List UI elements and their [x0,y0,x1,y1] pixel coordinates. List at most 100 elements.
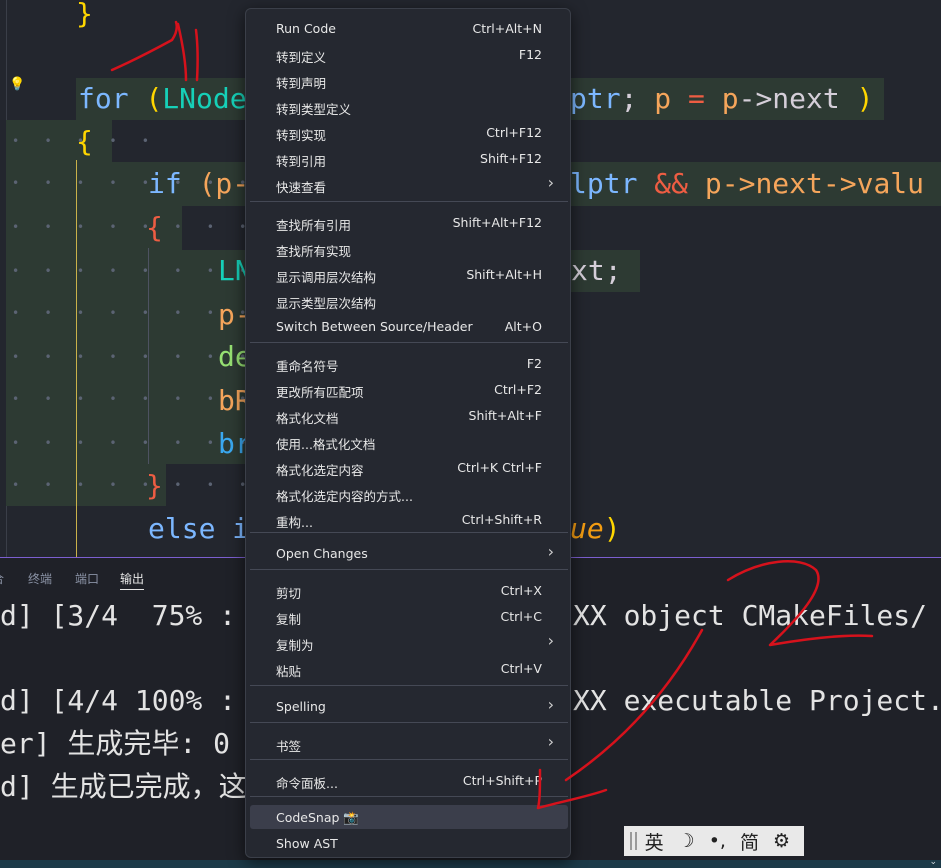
menu-separator [250,532,568,533]
indent-guide [76,160,77,557]
menu-item-label: 转到声明 [276,76,327,91]
menu-item-label: 查找所有引用 [276,218,352,233]
menu-item-label: 快速查看 [276,180,327,195]
menu-item-label: 转到实现 [276,128,327,143]
tab-output[interactable]: 输出 [120,570,145,590]
menu-item[interactable]: 格式化选定内容的方式... [250,481,568,505]
moon-icon[interactable]: ☽ [678,830,695,852]
menu-item-label: 粘贴 [276,664,302,679]
menu-item[interactable]: Run Code Ctrl+Alt+N [250,16,568,40]
menu-item-shortcut: F2 [526,356,542,371]
menu-item-label: 使用...格式化文档 [276,437,376,452]
menu-item[interactable]: Spelling › [250,694,568,718]
output-line: d] [3/4 75% : [0,599,237,632]
chevron-right-icon: › [547,631,554,650]
menu-item[interactable]: 重构... Ctrl+Shift+R [250,507,568,531]
menu-item-shortcut: Alt+O [504,319,542,334]
menu-item-label: Spelling [276,699,326,714]
menu-item-shortcut: Shift+F12 [480,151,542,166]
menu-item-label: 书签 [276,739,302,754]
menu-item-shortcut: Shift+Alt+H [466,267,542,282]
menu-item-label: 转到类型定义 [276,102,352,117]
menu-item[interactable]: Open Changes › [250,541,568,565]
menu-item-label: 格式化选定内容的方式... [276,489,413,504]
menu-item[interactable]: 格式化文档 Shift+Alt+F [250,403,568,427]
ime-toolbar[interactable]: 英 ☽ •, 简 ⚙ [624,826,804,856]
menu-item-label: 格式化文档 [276,411,339,426]
menu-item[interactable]: 粘贴 Ctrl+V [250,656,568,680]
tab-ports[interactable]: 端口 [75,570,99,587]
menu-item[interactable]: 复制 Ctrl+C [250,604,568,628]
menu-item[interactable]: 转到引用 Shift+F12 [250,146,568,170]
menu-item[interactable]: 书签 › [250,731,568,755]
menu-item[interactable]: 显示调用层次结构 Shift+Alt+H [250,262,568,286]
menu-item[interactable]: 剪切 Ctrl+X [250,578,568,602]
menu-item-label: 查找所有实现 [276,244,352,259]
code-line: { [76,125,93,158]
menu-separator [250,569,568,570]
menu-separator [250,796,568,797]
menu-item-label: 剪切 [276,586,302,601]
ime-lang-toggle[interactable]: 英 [645,828,664,855]
menu-separator [250,759,568,760]
code-line: } [76,0,93,30]
menu-item[interactable]: 转到定义 F12 [250,42,568,66]
menu-separator [250,342,568,343]
menu-item-shortcut: Ctrl+Alt+N [472,21,542,36]
menu-item[interactable]: 查找所有实现 [250,236,568,260]
chevron-right-icon: › [547,173,554,192]
tab-terminal[interactable]: 终端 [28,570,52,587]
menu-item-shortcut: Ctrl+C [500,609,542,624]
menu-item-label: Show AST [276,836,338,851]
menu-item[interactable]: CodeSnap 📸 [250,805,568,829]
output-line: er] 生成完毕: 0 [0,727,231,760]
output-line: XX object CMakeFiles/ [573,599,928,632]
menu-item-label: 格式化选定内容 [276,463,364,478]
menu-separator [250,201,568,202]
menu-item[interactable]: 转到声明 [250,68,568,92]
menu-item[interactable]: 复制为 › [250,630,568,654]
output-line: XX executable Project. [573,684,941,717]
chevron-right-icon: › [547,695,554,714]
menu-item[interactable]: 快速查看 › [250,172,568,196]
menu-item[interactable]: Show AST [250,831,568,855]
menu-item[interactable]: 转到实现 Ctrl+F12 [250,120,568,144]
menu-item[interactable]: 更改所有匹配项 Ctrl+F2 [250,377,568,401]
menu-item-label: CodeSnap 📸 [276,810,359,825]
lightbulb-icon[interactable]: 💡 [9,77,25,92]
chevron-right-icon: › [547,542,554,561]
status-bar: ⌄ [0,857,941,868]
menu-item-shortcut: Ctrl+Shift+P [462,773,542,788]
menu-item[interactable]: 命令面板... Ctrl+Shift+P [250,768,568,792]
menu-item-shortcut: Ctrl+Shift+R [461,512,542,527]
menu-item-label: 重构... [276,515,313,530]
menu-item-label: 更改所有匹配项 [276,385,364,400]
menu-item-shortcut: F12 [518,47,542,62]
menu-item[interactable]: 显示类型层次结构 [250,288,568,312]
gear-icon[interactable]: ⚙ [773,830,790,852]
menu-item-shortcut: Ctrl+F12 [486,125,542,140]
menu-item-label: 复制 [276,612,302,627]
menu-item[interactable]: 使用...格式化文档 [250,429,568,453]
code-line: xt; [571,254,622,287]
menu-item-label: 转到定义 [276,50,327,65]
menu-item[interactable]: 查找所有引用 Shift+Alt+F12 [250,210,568,234]
menu-item[interactable]: Switch Between Source/Header Alt+O [250,314,568,338]
menu-item-label: 复制为 [276,638,314,653]
ime-grip-handle[interactable] [630,832,637,850]
indent-guide [148,248,149,464]
menu-item-shortcut: Shift+Alt+F [468,408,542,423]
menu-item[interactable]: 格式化选定内容 Ctrl+K Ctrl+F [250,455,568,479]
menu-separator [250,685,568,686]
code-line: } [146,469,163,502]
menu-item[interactable]: 重命名符号 F2 [250,351,568,375]
tab-problems[interactable]: 合 [0,570,4,587]
chevron-right-icon: › [547,732,554,751]
menu-item-label: 转到引用 [276,154,327,169]
punctuation-toggle[interactable]: •, [709,830,726,852]
ime-simplified-toggle[interactable]: 简 [740,828,759,855]
menu-separator [250,722,568,723]
menu-item-label: 重命名符号 [276,359,339,374]
code-line: for (LNode [78,82,247,115]
menu-item[interactable]: 转到类型定义 [250,94,568,118]
